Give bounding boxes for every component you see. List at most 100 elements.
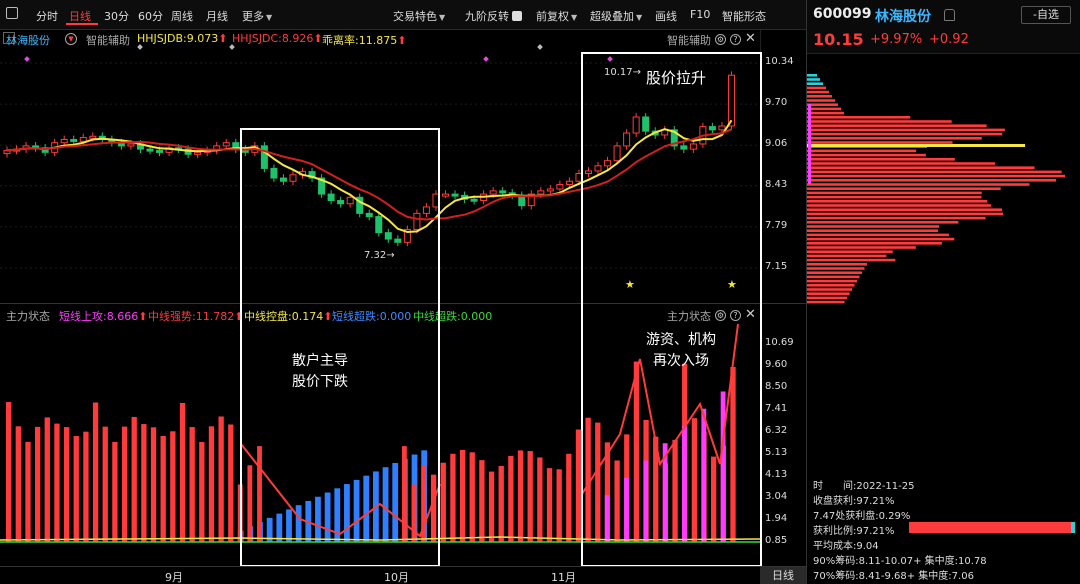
tab-60min[interactable]: 60分 <box>138 8 163 24</box>
smart-pattern-button[interactable]: 智能形态 <box>722 8 766 24</box>
candle-body <box>594 165 602 172</box>
mid-strong-bar <box>237 484 243 542</box>
bell-icon[interactable] <box>944 9 955 21</box>
info-time: 时 间:2022-11-25 <box>813 481 915 492</box>
up-arrow-icon: ⬆ <box>218 32 228 45</box>
legend-mid-control-text: 中线控盘:0.174 <box>244 310 324 323</box>
nine-reversal-button[interactable]: 九阶反转 <box>465 8 522 24</box>
x-label-sep: 9月 <box>165 571 183 584</box>
mid-strong-bar <box>150 427 157 542</box>
chip-bar <box>807 250 893 253</box>
mid-strong-bar <box>228 424 234 542</box>
short-oversold-bar <box>324 492 331 542</box>
short-attack-bar <box>720 391 726 542</box>
win-ratio-bar-end <box>1071 522 1075 533</box>
candle-body <box>365 212 373 218</box>
dropdown-icon[interactable]: ▼ <box>65 33 77 45</box>
more-menu-button[interactable]: 更多 ▼ <box>242 8 272 24</box>
chip-bar <box>807 137 982 140</box>
help-icon[interactable]: ? <box>730 34 741 45</box>
price-chart-panel[interactable]: ★ ★ 林海股份 ▼ 智能辅助 HHJSJDB:9.073⬆ HHJSJDC:8.… <box>0 30 760 303</box>
close-icon[interactable]: ✕ <box>745 31 756 46</box>
chip-bar <box>807 237 955 241</box>
mid-strong-bar <box>401 446 407 542</box>
mid-strong-bar <box>25 441 31 542</box>
candle-body <box>489 190 497 195</box>
star-icon: ★ <box>727 278 737 291</box>
candle-body <box>584 170 592 175</box>
period-tag[interactable]: 日线 <box>760 567 806 584</box>
help-icon[interactable]: ? <box>730 310 741 321</box>
change-percent: +9.97% <box>870 32 923 47</box>
watchlist-button[interactable]: -自选 <box>1021 6 1071 24</box>
candle-body <box>613 145 621 162</box>
signal-marker <box>137 44 143 50</box>
short-oversold-bar <box>286 509 292 542</box>
chip-bar <box>807 99 835 102</box>
chip-bar <box>807 275 860 279</box>
price-tick: 7.15 <box>765 261 788 272</box>
retail-dominant-line1: 散户主导 <box>292 353 348 369</box>
mid-strong-bar <box>160 435 166 542</box>
indicator-axis: 10.69 9.60 8.50 7.41 6.32 5.13 4.13 3.04… <box>760 303 806 566</box>
chart-toolbar: 分时 日线 30分 60分 周线 月线 更多 ▼ 交易特色 ▼ 九阶反转 前复权 ▼ … <box>0 0 806 30</box>
chip-bar <box>807 246 916 249</box>
chip-bar <box>807 162 996 165</box>
indicator-tick: 8.50 <box>765 381 788 392</box>
chip-bar <box>807 103 838 106</box>
short-attack-bar <box>624 477 629 542</box>
candle-body <box>222 142 230 147</box>
mid-strong-bar <box>170 431 176 542</box>
chip-bar <box>807 141 953 144</box>
mid-strong-bar <box>131 416 137 542</box>
tab-daily[interactable]: 日线 <box>69 8 91 24</box>
signal-marker <box>229 44 235 50</box>
candle-body <box>441 193 449 197</box>
draw-line-button[interactable]: 画线 <box>655 8 677 24</box>
short-oversold-bar <box>276 513 283 542</box>
price-tick: 9.70 <box>765 97 788 108</box>
indicator-panel[interactable]: 主力状态 短线上攻:8.666⬆ 中线强势:11.782⬆ 中线控盘:0.174… <box>0 303 760 566</box>
mid-strong-bar <box>595 422 601 542</box>
mid-strong-bar <box>672 439 678 542</box>
mid-strong-bar <box>508 455 514 542</box>
change-amount: +0.92 <box>929 32 969 47</box>
quote-header: 600099 林海股份 -自选 10.15 +9.97% +0.92 <box>807 0 1080 54</box>
legend-bias-text: 乖离率:11.875 <box>322 34 398 47</box>
tab-intraday[interactable]: 分时 <box>36 8 58 24</box>
mid-strong-bar <box>6 402 12 542</box>
sidebar-toggle-icon[interactable] <box>6 7 18 19</box>
adjust-mode-label: 前复权 <box>536 10 569 23</box>
adjust-mode-button[interactable]: 前复权 ▼ <box>536 8 577 24</box>
short-oversold-bar <box>363 475 370 542</box>
chip-bar <box>807 229 939 232</box>
super-overlay-button[interactable]: 超级叠加 ▼ <box>590 8 642 24</box>
candle-body <box>394 238 402 243</box>
mid-strong-bar <box>479 460 485 542</box>
indicator-right-label: 主力状态 <box>667 310 711 323</box>
x-label-oct: 10月 <box>384 571 409 584</box>
candle-body <box>689 143 697 150</box>
legend-mid-strong: 中线强势:11.782⬆ <box>148 308 243 324</box>
short-oversold-bar <box>382 467 389 542</box>
nine-badge-icon <box>512 11 522 21</box>
candle-body <box>632 116 640 134</box>
candle-body <box>346 196 354 205</box>
candle-body <box>289 174 297 182</box>
legend-short-attack-text: 短线上攻:8.666 <box>59 310 139 323</box>
legend-short-attack: 短线上攻:8.666⬆ <box>59 308 147 324</box>
more-menu-label: 更多 <box>242 10 264 23</box>
tab-weekly[interactable]: 周线 <box>171 8 193 24</box>
candle-body <box>727 74 735 127</box>
tab-monthly[interactable]: 月线 <box>206 8 228 24</box>
tab-30min[interactable]: 30分 <box>104 8 129 24</box>
chip-bar <box>807 254 887 258</box>
chip-bar <box>807 158 955 161</box>
short-oversold-bar <box>295 505 302 542</box>
settings-icon[interactable]: ⚙ <box>715 310 726 321</box>
settings-icon[interactable]: ⚙ <box>715 34 726 45</box>
trade-feature-button[interactable]: 交易特色 ▼ <box>393 8 445 24</box>
f10-button[interactable]: F10 <box>690 8 710 21</box>
mid-strong-bar <box>121 426 128 542</box>
close-icon[interactable]: ✕ <box>745 307 756 322</box>
